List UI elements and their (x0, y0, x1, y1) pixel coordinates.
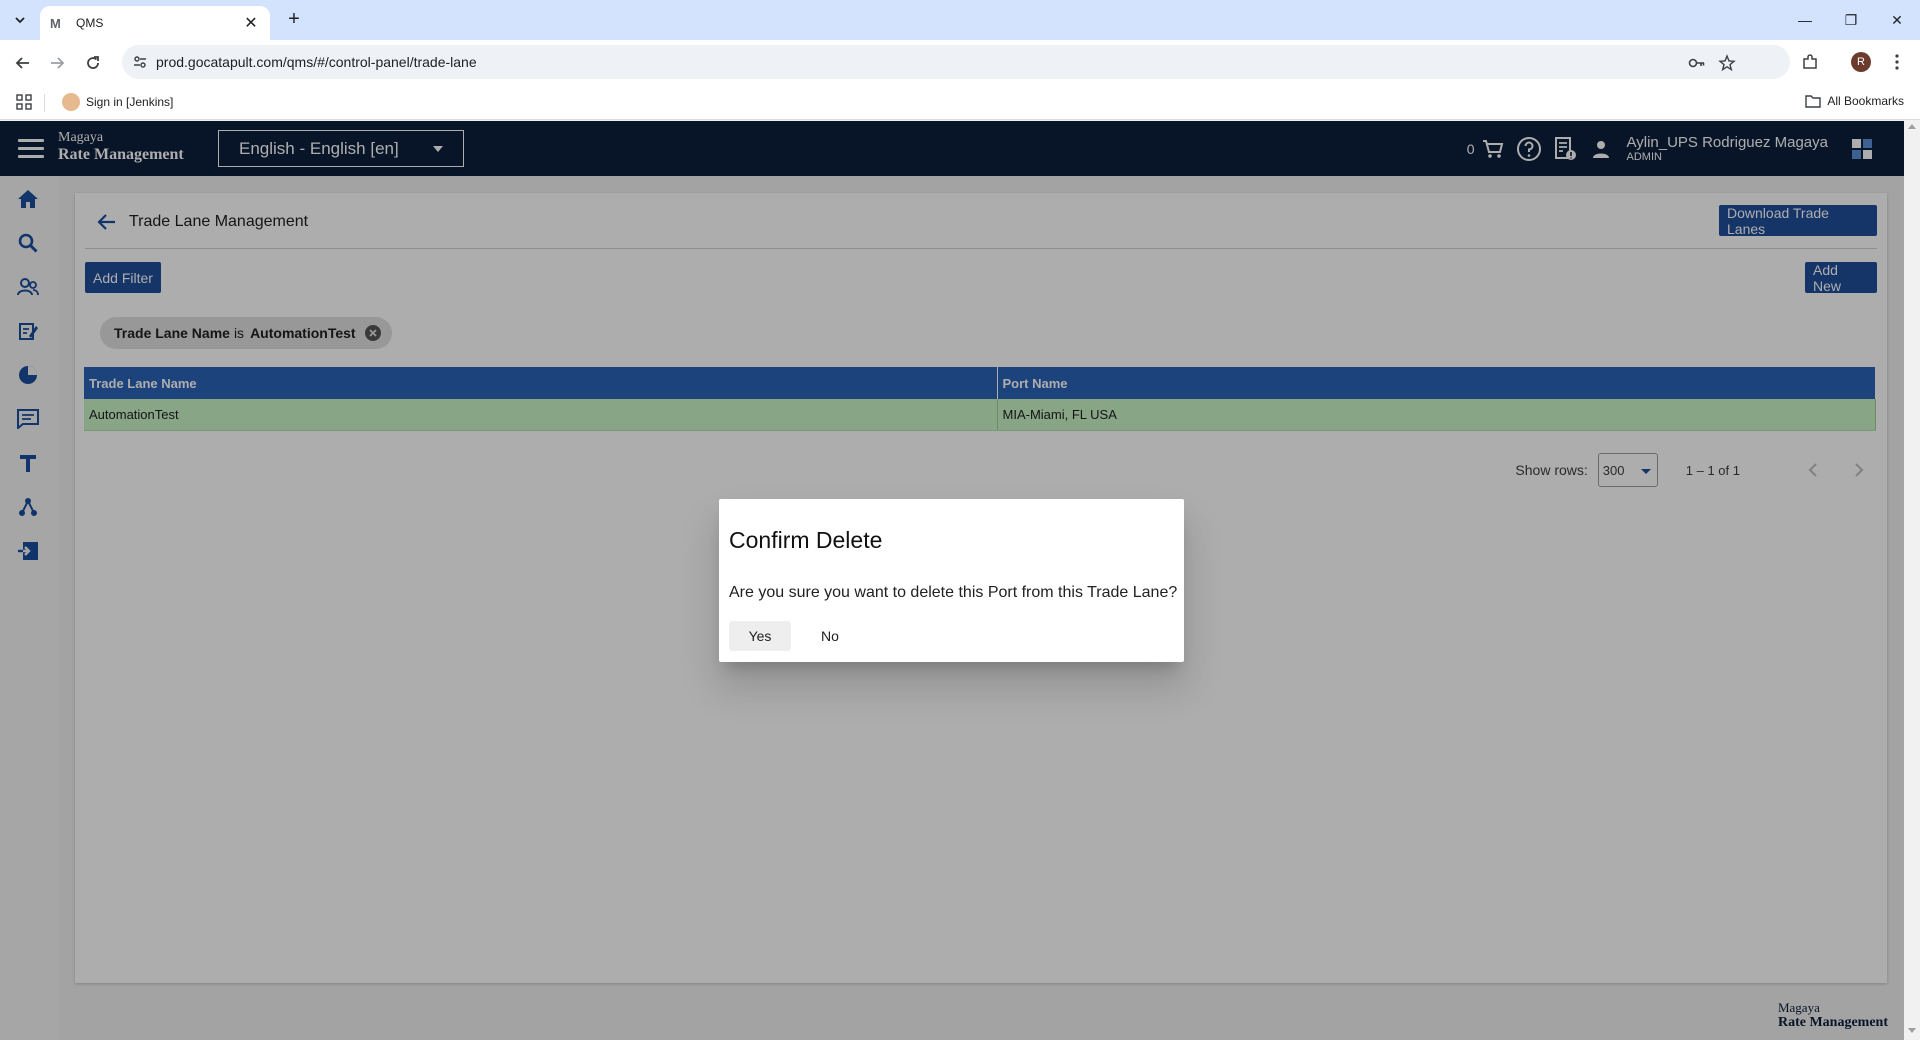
all-bookmarks[interactable]: All Bookmarks (1805, 94, 1904, 108)
url-text: prod.gocatapult.com/qms/#/control-panel/… (156, 54, 477, 70)
jenkins-icon (62, 93, 80, 111)
scroll-up-arrow-icon[interactable] (1908, 124, 1916, 129)
tab-favicon-icon: M (50, 15, 61, 31)
browser-menu-icon[interactable] (1884, 49, 1910, 75)
bookmarks-divider (44, 94, 45, 112)
window-close-icon[interactable]: ✕ (1874, 0, 1920, 40)
browser-tabstrip: M QMS ✕ + — ❐ ✕ (0, 0, 1920, 40)
password-key-icon[interactable] (1688, 54, 1706, 72)
bookmark-jenkins-label: Sign in [Jenkins] (86, 95, 174, 109)
folder-icon (1805, 95, 1822, 108)
no-button[interactable]: No (799, 621, 861, 651)
apps-grid-icon[interactable] (16, 94, 34, 112)
restore-icon[interactable]: ❐ (1828, 0, 1874, 40)
profile-avatar[interactable]: R (1848, 49, 1874, 75)
confirm-delete-dialog: Confirm Delete Are you sure you want to … (719, 499, 1184, 662)
back-icon[interactable] (10, 50, 36, 76)
minimize-icon[interactable]: — (1782, 0, 1828, 40)
page-scrollbar[interactable] (1904, 121, 1920, 1040)
dialog-message: Are you sure you want to delete this Por… (729, 584, 1178, 601)
tab-title: QMS (76, 16, 104, 30)
browser-tab[interactable]: M QMS ✕ (40, 6, 270, 40)
extensions-icon[interactable] (1797, 49, 1823, 75)
all-bookmarks-label: All Bookmarks (1827, 94, 1904, 108)
window-controls: — ❐ ✕ (1782, 0, 1920, 40)
reload-icon[interactable] (80, 50, 106, 76)
address-bar[interactable]: prod.gocatapult.com/qms/#/control-panel/… (122, 45, 1790, 79)
site-info-icon[interactable] (132, 54, 148, 70)
bookmarks-bar: Sign in [Jenkins] All Bookmarks (0, 85, 1920, 120)
bookmark-jenkins[interactable]: Sign in [Jenkins] (62, 93, 173, 111)
tab-close-icon[interactable]: ✕ (242, 13, 260, 33)
tab-search-chevron-icon[interactable] (8, 8, 32, 32)
new-tab-icon[interactable]: + (282, 8, 306, 32)
scroll-down-arrow-icon[interactable] (1908, 1028, 1916, 1033)
bookmark-star-icon[interactable] (1718, 54, 1736, 72)
dialog-title: Confirm Delete (729, 527, 883, 553)
forward-icon[interactable] (44, 50, 70, 76)
yes-button[interactable]: Yes (729, 621, 791, 651)
